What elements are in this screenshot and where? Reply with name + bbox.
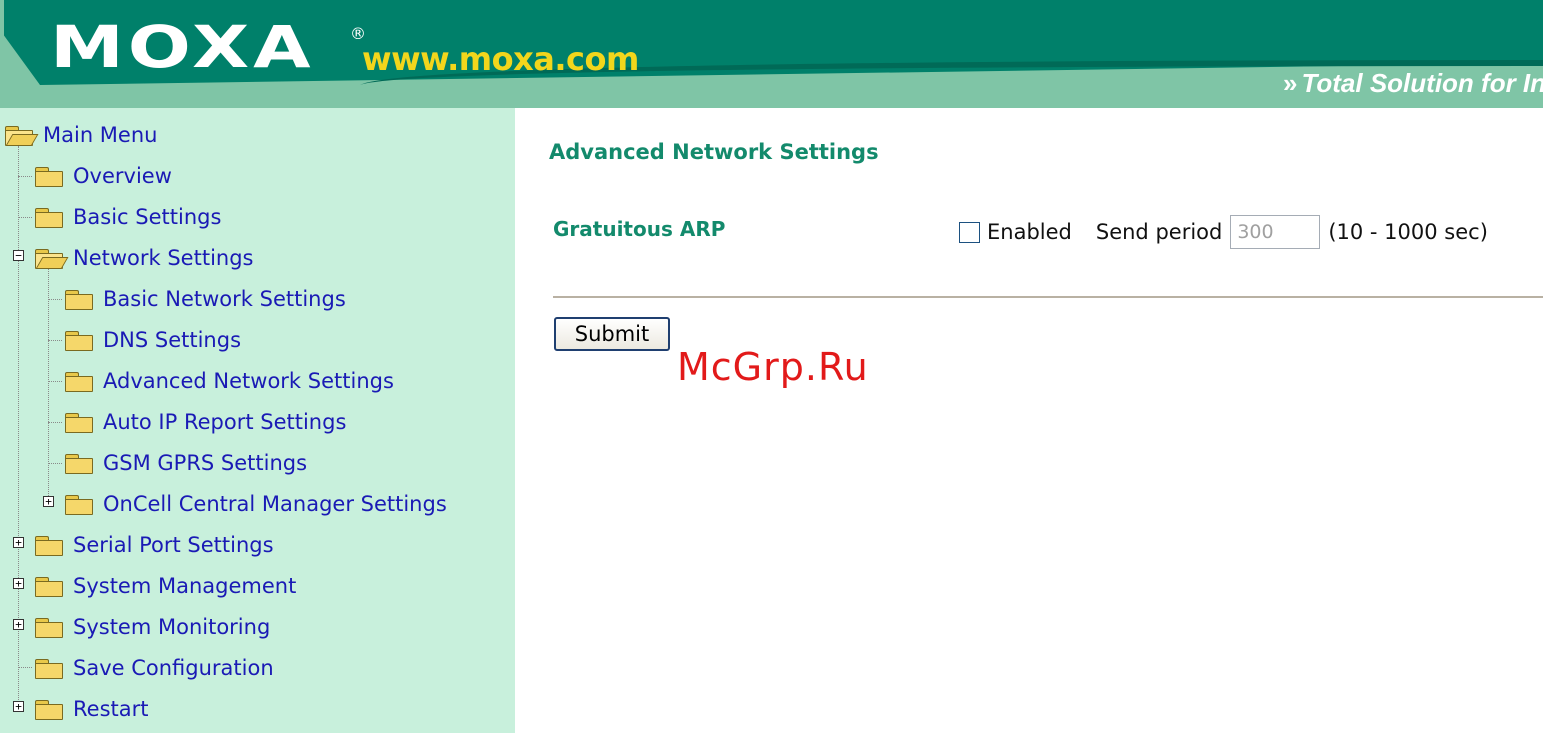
sidebar-item-label: OnCell Central Manager Settings: [103, 491, 447, 516]
sidebar-item-label: Restart: [73, 696, 149, 721]
sidebar-item-label: Main Menu: [43, 122, 158, 147]
sidebar-item-basic-network-settings[interactable]: Basic Network Settings: [63, 278, 346, 319]
sidebar-item-auto-ip-report-settings[interactable]: Auto IP Report Settings: [63, 401, 346, 442]
sidebar-item-label: Serial Port Settings: [73, 532, 274, 557]
gratuitous-arp-controls: Enabled Send period 300 (10 - 1000 sec): [959, 215, 1488, 249]
sidebar-item-label: Save Configuration: [73, 655, 274, 680]
tree-connector-line: [48, 299, 62, 300]
sidebar-item-serial-port-settings[interactable]: Serial Port Settings: [33, 524, 274, 565]
gratuitous-arp-label: Gratuitous ARP: [553, 217, 726, 241]
sidebar-item-network-settings[interactable]: Network Settings: [33, 237, 254, 278]
sidebar-item-restart[interactable]: Restart: [33, 688, 148, 729]
main-content: Advanced Network Settings Gratuitous ARP…: [515, 108, 1543, 733]
tree-connector-line: [48, 269, 49, 504]
sidebar-item-gsm-gprs-settings[interactable]: GSM GPRS Settings: [63, 442, 307, 483]
sidebar-item-advanced-network-settings[interactable]: Advanced Network Settings: [63, 360, 394, 401]
double-chevron-icon: »: [1283, 68, 1298, 98]
collapse-minus-icon[interactable]: −: [13, 250, 24, 261]
sidebar-item-label: GSM GPRS Settings: [103, 450, 308, 475]
tree-connector-line: [48, 381, 62, 382]
folder-icon: [33, 534, 63, 556]
tagline-text: Total Solution for In: [1301, 68, 1543, 98]
sidebar-item-label: Network Settings: [73, 245, 254, 270]
folder-icon: [33, 575, 63, 597]
sidebar-item-main-menu[interactable]: Main Menu: [3, 114, 157, 155]
tree-connector-line: [18, 667, 32, 668]
form-divider: [553, 296, 1543, 298]
site-url[interactable]: www.moxa.com: [362, 40, 639, 78]
sidebar-item-system-monitoring[interactable]: System Monitoring: [33, 606, 270, 647]
folder-icon: [33, 165, 63, 187]
send-period-label: Send period: [1095, 220, 1223, 244]
folder-icon: [33, 657, 63, 679]
sidebar-item-label: System Monitoring: [73, 614, 271, 639]
folder-icon: [63, 411, 93, 433]
folder-icon: [63, 493, 93, 515]
tree-connector-line: [48, 422, 62, 423]
tree-connector-line: [48, 340, 62, 341]
open-folder-icon: [3, 124, 39, 146]
enabled-checkbox[interactable]: [959, 221, 980, 243]
sidebar-item-label: System Management: [73, 573, 297, 598]
header-tagline: » Total Solution for In: [1283, 68, 1543, 99]
submit-button[interactable]: Submit: [554, 317, 670, 351]
sidebar-item-save-configuration[interactable]: Save Configuration: [33, 647, 274, 688]
expand-plus-icon[interactable]: +: [43, 496, 54, 507]
enabled-label: Enabled: [987, 220, 1072, 244]
sidebar-item-label: Basic Settings: [73, 204, 222, 229]
sidebar-item-system-management[interactable]: System Management: [33, 565, 296, 606]
sidebar-item-label: DNS Settings: [103, 327, 242, 352]
folder-icon: [63, 452, 93, 474]
sidebar-item-basic-settings[interactable]: Basic Settings: [33, 196, 221, 237]
sidebar-item-label: Advanced Network Settings: [103, 368, 394, 393]
sidebar-item-label: Overview: [73, 163, 172, 188]
folder-icon: [63, 288, 93, 310]
moxa-logo[interactable]: MOXA ®: [50, 12, 366, 82]
send-period-input[interactable]: 300: [1230, 215, 1321, 249]
sidebar-menu-tree: − + + + + + Main Menu Overview Basic Set…: [0, 108, 515, 733]
sidebar-item-label: Basic Network Settings: [103, 286, 346, 311]
tree-connector-line: [18, 217, 32, 218]
folder-icon: [33, 616, 63, 638]
watermark-text: McGrp.Ru: [677, 345, 869, 389]
folder-icon: [33, 206, 63, 228]
folder-icon: [63, 370, 93, 392]
open-folder-icon: [33, 247, 69, 269]
sidebar-item-overview[interactable]: Overview: [33, 155, 172, 196]
expand-plus-icon[interactable]: +: [13, 701, 24, 712]
folder-icon: [63, 329, 93, 351]
folder-icon: [33, 698, 63, 720]
page-header: MOXA ® www.moxa.com » Total Solution for …: [0, 0, 1543, 108]
expand-plus-icon[interactable]: +: [13, 537, 24, 548]
tree-connector-line: [18, 176, 32, 177]
send-period-range: (10 - 1000 sec): [1328, 220, 1488, 244]
sidebar-item-label: Auto IP Report Settings: [103, 409, 347, 434]
expand-plus-icon[interactable]: +: [13, 619, 24, 630]
expand-plus-icon[interactable]: +: [13, 578, 24, 589]
tree-connector-line: [48, 463, 62, 464]
header-edge: [0, 0, 4, 108]
sidebar-item-oncell-central-manager-settings[interactable]: OnCell Central Manager Settings: [63, 483, 447, 524]
sidebar-item-dns-settings[interactable]: DNS Settings: [63, 319, 241, 360]
page-title: Advanced Network Settings: [549, 140, 879, 164]
